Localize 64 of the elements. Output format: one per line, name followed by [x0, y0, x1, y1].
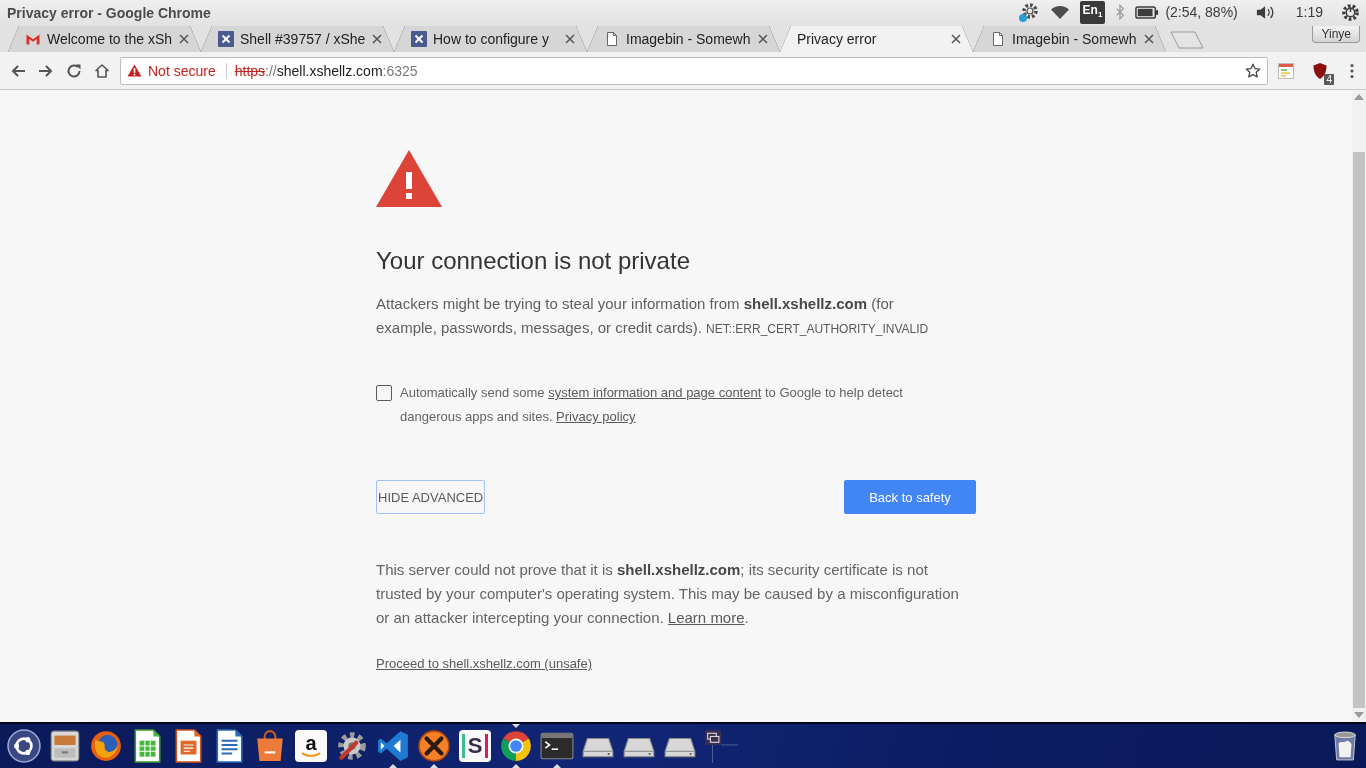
card-icon[interactable]: [1278, 62, 1294, 79]
text-link[interactable]: Privacy policy: [556, 409, 636, 424]
checkbox[interactable]: [376, 385, 392, 401]
segmented-circle-icon[interactable]: [499, 729, 533, 763]
cross-square-icon: [411, 31, 427, 47]
back-arrow-icon[interactable]: [10, 62, 26, 79]
gear-badge-icon[interactable]: [1017, 1, 1040, 24]
app-tile[interactable]: a: [295, 730, 327, 762]
page-icon: [604, 31, 620, 47]
address-bar[interactable]: Not secure https://shell.xshellz.com:6325: [120, 56, 1268, 85]
fold-logo-icon[interactable]: [376, 729, 410, 763]
warning-icon: [376, 150, 442, 207]
battery-status[interactable]: (2:54, 88%): [1165, 4, 1238, 21]
profile-button[interactable]: Yinye: [1312, 26, 1360, 43]
close-icon[interactable]: [758, 34, 768, 44]
browser-tab[interactable]: How to configure y: [394, 26, 587, 52]
browser-tab[interactable]: Imagebin - Somewh: [973, 26, 1166, 52]
extension-badge: 4: [1324, 73, 1334, 85]
wrench-gear-icon[interactable]: [335, 729, 369, 763]
wifi-icon[interactable]: [1049, 4, 1070, 21]
security-label[interactable]: Not secure: [148, 62, 216, 79]
close-icon[interactable]: [372, 34, 382, 44]
text-link[interactable]: system information and page content: [548, 385, 762, 400]
trash-icon[interactable]: [1332, 730, 1358, 762]
app-tile[interactable]: S: [459, 730, 491, 762]
star-icon[interactable]: [1245, 62, 1261, 79]
scrollbar-thumb[interactable]: [1353, 152, 1365, 708]
browser-tab[interactable]: Welcome to the xSh: [8, 26, 201, 52]
battery-icon[interactable]: [1135, 6, 1160, 19]
workspace-switcher-icon[interactable]: [704, 729, 738, 763]
keyboard-layout-indicator[interactable]: En$_{1}$: [1079, 0, 1106, 25]
warning-icon: [127, 64, 142, 77]
menu-icon[interactable]: [1350, 62, 1354, 79]
cross-square-icon: [218, 31, 234, 47]
browser-tab[interactable]: Shell #39757 / xShe: [201, 26, 394, 52]
url-text[interactable]: https://shell.xshellz.com:6325: [234, 62, 418, 79]
page-heading: Your connection is not private: [376, 247, 691, 275]
drawer-icon[interactable]: [48, 729, 82, 763]
warning-message: Attackers might be trying to steal your information from shell.xshellz.com (for example, passwords, messages, or credit cards). NET::ERR_CERT_AUTHORITY_INVALID: [376, 294, 930, 338]
home-icon[interactable]: [94, 62, 110, 79]
clock[interactable]: 1:19: [1295, 4, 1323, 21]
browser-tab[interactable]: Privacy error: [780, 26, 973, 52]
close-icon[interactable]: [565, 34, 575, 44]
forward-arrow-icon[interactable]: [38, 62, 54, 79]
browser-tab[interactable]: Imagebin - Somewh: [587, 26, 780, 52]
window-title: Privacy error - Google Chrome: [7, 4, 211, 21]
close-icon[interactable]: [179, 34, 189, 44]
close-icon[interactable]: [1144, 34, 1154, 44]
volume-icon[interactable]: [1255, 5, 1276, 20]
advanced-toggle-button[interactable]: HIDE ADVANCED: [376, 480, 486, 514]
details-text: This server could not prove that it is shell.xshellz.com; its security certificate is not trusted by your computer's operating system. This may be caused by a misconfiguration or an attacker intercepting your connection. Learn more.: [376, 560, 960, 628]
power-gear-icon[interactable]: [1341, 3, 1360, 22]
reload-icon[interactable]: [66, 62, 82, 79]
shield-icon[interactable]: [1312, 61, 1328, 80]
back-to-safety-button[interactable]: Back to safety: [844, 480, 976, 514]
cross-circle-icon[interactable]: [417, 729, 451, 763]
logo-ring-icon[interactable]: [7, 729, 41, 763]
proceed-link[interactable]: Proceed to shell.xshellz.com (unsafe): [376, 656, 593, 671]
globe-icon[interactable]: [89, 729, 123, 763]
close-icon[interactable]: [951, 34, 961, 44]
scrollbar[interactable]: [1352, 90, 1366, 722]
page-icon: [990, 31, 1006, 47]
report-consent-text: Automatically send some system information and page content to Google to help detect dangerous apps and sites. Privacy policy: [400, 384, 904, 426]
learn-more-link[interactable]: Learn more: [667, 609, 745, 626]
